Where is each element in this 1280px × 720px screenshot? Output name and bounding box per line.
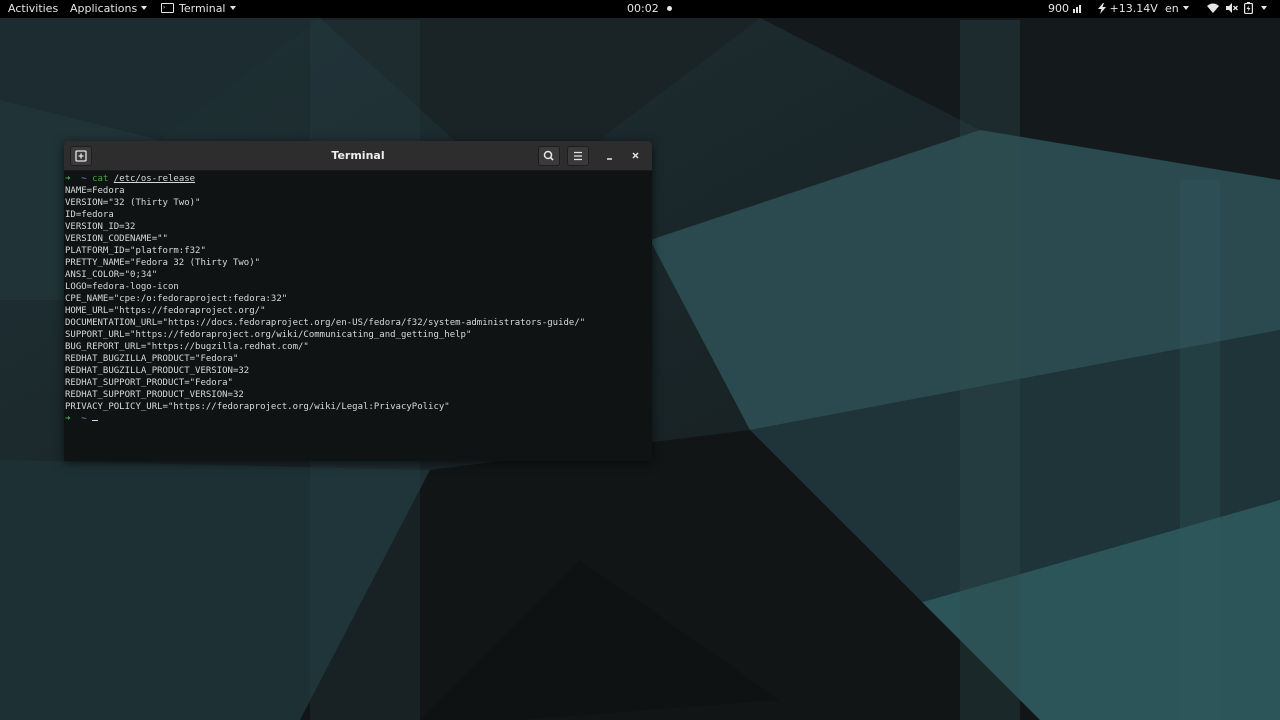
clock[interactable]: 00:02 — [627, 0, 672, 18]
top-bar: Activities Applications › Terminal 00:02 … — [0, 0, 1280, 18]
output-line: REDHAT_BUGZILLA_PRODUCT="Fedora" — [65, 354, 239, 364]
chevron-down-icon — [1182, 6, 1189, 10]
new-tab-icon — [75, 150, 87, 162]
applications-menu[interactable]: Applications — [70, 0, 148, 18]
close-button[interactable] — [627, 147, 645, 165]
output-line: VERSION="32 (Thirty Two)" — [65, 198, 201, 208]
app-menu-terminal[interactable]: › Terminal — [161, 0, 236, 18]
close-icon — [632, 152, 639, 159]
activities-button[interactable]: Activities — [8, 0, 58, 18]
text-cursor — [92, 420, 99, 421]
minimize-icon — [607, 158, 612, 160]
search-button[interactable] — [538, 146, 560, 166]
command-line: ➜ ~ cat /etc/os-release — [65, 173, 651, 185]
output-line: REDHAT_SUPPORT_PRODUCT_VERSION=32 — [65, 390, 244, 400]
language-label: en — [1165, 2, 1179, 15]
notification-dot-icon — [666, 5, 672, 11]
output-line: SUPPORT_URL="https://fedoraproject.org/w… — [65, 330, 472, 340]
volume-mute-icon — [1225, 3, 1238, 13]
output-line: ANSI_COLOR="0;34" — [65, 270, 158, 280]
prompt-arrow: ➜ — [65, 414, 71, 424]
terminal-icon: › — [161, 3, 174, 13]
output-line: REDHAT_SUPPORT_PRODUCT="Fedora" — [65, 378, 233, 388]
minimize-button[interactable] — [601, 147, 619, 165]
voltage-value: +13.14V — [1109, 2, 1158, 15]
output-line: NAME=Fedora — [65, 186, 125, 196]
chevron-down-icon — [1260, 6, 1267, 10]
search-icon — [543, 150, 554, 161]
command-name: cat — [92, 174, 109, 184]
prompt-arrow: ➜ — [65, 174, 71, 184]
output-line: DOCUMENTATION_URL="https://docs.fedorapr… — [65, 318, 586, 328]
prompt-cwd: ~ — [81, 174, 87, 184]
language-menu[interactable]: en — [1165, 0, 1189, 18]
hamburger-menu-icon — [574, 151, 582, 161]
output-line: VERSION_ID=32 — [65, 222, 136, 232]
command-argument: /etc/os-release — [113, 174, 196, 184]
terminal-header-bar[interactable]: Terminal — [64, 141, 652, 171]
chevron-down-icon — [229, 6, 236, 10]
clock-label: 00:02 — [627, 2, 659, 15]
terminal-window[interactable]: Terminal ➜ ~ cat /etc/os-release NAME=Fe… — [64, 141, 652, 461]
wifi-icon — [1207, 3, 1219, 13]
power-icon — [1098, 2, 1106, 14]
app-menu-label: Terminal — [179, 2, 226, 15]
output-line: LOGO=fedora-logo-icon — [65, 282, 179, 292]
output-line: ID=fedora — [65, 210, 114, 220]
menu-button[interactable] — [567, 146, 589, 166]
output-line: REDHAT_BUGZILLA_PRODUCT_VERSION=32 — [65, 366, 250, 376]
applications-label: Applications — [70, 2, 138, 15]
cpu-freq-indicator[interactable]: 900 — [1048, 0, 1083, 18]
system-menu[interactable] — [1207, 0, 1267, 18]
output-line: CPE_NAME="cpe:/o:fedoraproject:fedora:32… — [65, 294, 288, 304]
output-line: VERSION_CODENAME="" — [65, 234, 168, 244]
output-line: BUG_REPORT_URL="https://bugzilla.redhat.… — [65, 342, 309, 352]
prompt-line[interactable]: ➜ ~ — [65, 413, 651, 425]
cpu-freq-value: 900 — [1048, 2, 1069, 15]
output-line: PRETTY_NAME="Fedora 32 (Thirty Two)" — [65, 258, 261, 268]
output-line: HOME_URL="https://fedoraproject.org/" — [65, 306, 266, 316]
chart-icon — [1072, 4, 1081, 13]
prompt-cwd: ~ — [81, 414, 87, 424]
chevron-down-icon — [141, 6, 148, 10]
output-line: PRIVACY_POLICY_URL="https://fedoraprojec… — [65, 402, 450, 412]
terminal-content[interactable]: ➜ ~ cat /etc/os-release NAME=Fedora VERS… — [65, 172, 651, 461]
new-tab-button[interactable] — [70, 146, 92, 166]
terminal-title: Terminal — [331, 149, 385, 162]
output-line: PLATFORM_ID="platform:f32" — [65, 246, 206, 256]
voltage-indicator[interactable]: +13.14V — [1098, 0, 1158, 18]
battery-icon — [1244, 2, 1254, 15]
